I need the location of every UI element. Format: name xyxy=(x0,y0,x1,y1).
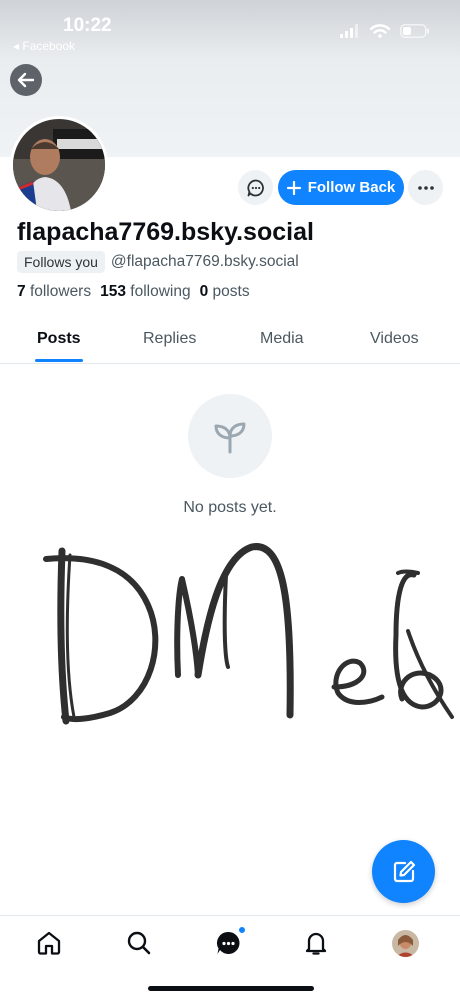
status-icons xyxy=(340,24,430,38)
seedling-icon xyxy=(214,422,246,454)
display-name: flapacha7769.bsky.social xyxy=(17,218,314,246)
nav-messages[interactable] xyxy=(213,926,246,958)
ellipsis-icon xyxy=(417,185,434,190)
tab-replies[interactable]: Replies xyxy=(143,330,196,348)
follows-you-badge: Follows you xyxy=(17,251,105,273)
followers-stat[interactable]: 7 followers xyxy=(17,283,91,301)
posts-label: posts xyxy=(212,283,250,300)
followers-count: 7 xyxy=(17,283,26,300)
nav-profile[interactable] xyxy=(390,928,420,958)
avatar xyxy=(391,929,419,957)
back-button[interactable] xyxy=(10,64,42,96)
following-stat[interactable]: 153 following xyxy=(100,283,191,301)
status-bar: 10:22 ◂ Facebook xyxy=(0,0,460,56)
user-handle: @flapacha7769.bsky.social xyxy=(110,253,299,270)
signal-icon xyxy=(340,24,358,38)
empty-state-text: No posts yet. xyxy=(183,499,277,516)
tab-videos[interactable]: Videos xyxy=(370,330,419,348)
followers-label: followers xyxy=(29,283,92,300)
plus-icon xyxy=(286,180,301,195)
wifi-icon xyxy=(370,24,390,38)
chat-bubble-icon xyxy=(246,179,264,196)
posts-count: 0 xyxy=(199,283,209,300)
search-icon xyxy=(127,931,151,955)
arrow-left-icon xyxy=(17,72,35,88)
tab-posts[interactable]: Posts xyxy=(37,330,81,348)
chat-bubble-icon xyxy=(216,931,239,954)
handle-row: Follows you @flapacha7769.bsky.social xyxy=(17,251,299,273)
following-count: 153 xyxy=(100,283,126,300)
bell-icon xyxy=(305,932,327,955)
message-button[interactable] xyxy=(238,170,273,205)
active-tab-indicator xyxy=(35,359,83,362)
more-options-button[interactable] xyxy=(408,170,443,205)
back-to-app-link[interactable]: ◂ Facebook xyxy=(13,39,75,53)
profile-thumbnail xyxy=(391,929,419,957)
tab-media[interactable]: Media xyxy=(260,330,304,348)
profile-stats: 7 followers 153 following 0 posts xyxy=(17,283,250,301)
home-indicator xyxy=(148,986,314,991)
follow-back-label: Follow Back xyxy=(307,179,396,196)
battery-icon xyxy=(400,24,429,38)
posts-stat: 0 posts xyxy=(200,283,250,301)
unread-dot xyxy=(238,926,246,934)
handwritten-scribble-drawing xyxy=(43,543,454,725)
bottom-nav xyxy=(0,915,460,1000)
nav-notifications[interactable] xyxy=(301,928,331,958)
home-icon xyxy=(37,931,61,955)
empty-state-icon-circle xyxy=(188,394,272,478)
compose-icon xyxy=(393,860,415,882)
profile-tabs: Posts Replies Media Videos xyxy=(0,318,460,364)
status-time: 10:22 xyxy=(63,15,112,36)
profile-actions: Follow Back xyxy=(0,170,460,206)
nav-search[interactable] xyxy=(124,928,154,958)
following-label: following xyxy=(130,283,191,300)
compose-button[interactable] xyxy=(372,840,435,903)
follow-back-button[interactable]: Follow Back xyxy=(278,170,404,205)
nav-home[interactable] xyxy=(34,928,64,958)
